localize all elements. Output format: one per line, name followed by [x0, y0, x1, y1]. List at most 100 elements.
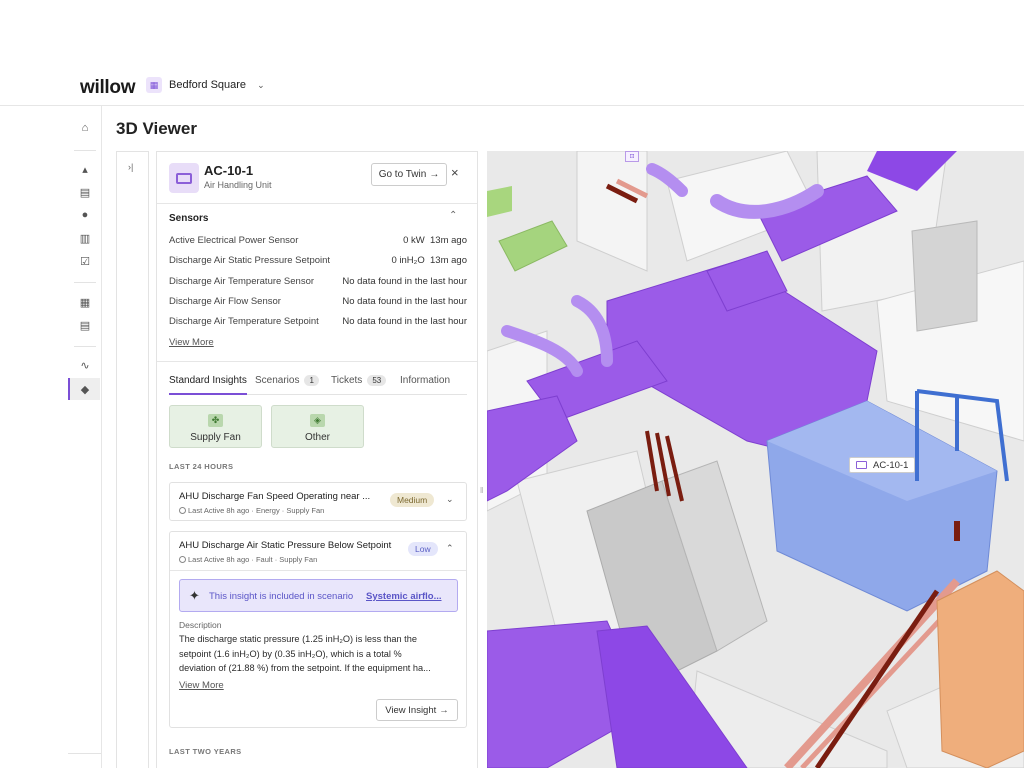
- sensor-value: 0 inH₂O 13m ago: [391, 255, 467, 266]
- insight-meta-text: Last Active 8h ago · Energy · Supply Fan: [188, 506, 325, 515]
- lightbulb-icon[interactable]: ●: [77, 207, 93, 223]
- chevron-down-icon[interactable]: ⌄: [446, 494, 454, 505]
- 3d-viewer-canvas[interactable]: ⊡ AC-10-1: [487, 151, 1024, 768]
- sensor-row[interactable]: Discharge Air Static Pressure Setpoint 0…: [169, 255, 467, 269]
- go-to-twin-button[interactable]: Go to Twin →: [371, 163, 447, 186]
- scenario-text: This insight is included in scenario: [209, 591, 354, 602]
- chevron-up-icon[interactable]: ⌃: [446, 543, 454, 554]
- collapsed-tree-panel: ›|: [116, 151, 149, 768]
- document-icon[interactable]: ▤: [77, 184, 93, 200]
- category-label: Other: [304, 432, 330, 443]
- description-line: setpoint (1.6 inH₂O) by (0.35 inH₂O), wh…: [179, 649, 402, 659]
- chevron-up-icon[interactable]: ⌃: [449, 210, 457, 221]
- sensor-value: 0 kW 13m ago: [403, 235, 467, 246]
- trend-icon[interactable]: ∿: [77, 357, 93, 373]
- scenario-notice: ✦ This insight is included in scenario S…: [179, 579, 458, 612]
- divider: [170, 570, 466, 571]
- expand-panel-icon[interactable]: ›|: [128, 162, 133, 172]
- tab-label: Information: [400, 374, 451, 386]
- other-icon: ◈: [310, 414, 325, 427]
- site-name: Bedford Square: [169, 79, 247, 91]
- willow-logo[interactable]: willow: [80, 77, 136, 99]
- twin-type: Air Handling Unit: [204, 180, 272, 190]
- sensor-value: No data found in the last hour: [342, 296, 467, 307]
- home-icon[interactable]: ⌂: [77, 120, 93, 136]
- sensor-name: Active Electrical Power Sensor: [169, 235, 299, 246]
- insight-card[interactable]: AHU Discharge Fan Speed Operating near .…: [169, 482, 467, 521]
- twin-marker-icon[interactable]: ⊡: [625, 151, 639, 162]
- tab-standard-insights[interactable]: Standard Insights: [169, 371, 247, 389]
- status-circle-icon: [179, 507, 186, 514]
- tab-information[interactable]: Information: [400, 371, 450, 389]
- nav-divider: [74, 346, 96, 347]
- insight-tabs: Standard Insights Scenarios 1 Tickets 53…: [169, 371, 467, 395]
- selected-twin-label[interactable]: AC-10-1: [849, 457, 916, 473]
- tab-scenarios[interactable]: Scenarios 1: [255, 371, 319, 389]
- description-label: Description: [179, 620, 222, 630]
- status-circle-icon: [179, 556, 186, 563]
- nav-divider: [74, 282, 96, 283]
- sensor-row[interactable]: Discharge Air Flow Sensor No data found …: [169, 296, 467, 310]
- tab-label: Scenarios: [255, 374, 300, 386]
- priority-badge: Medium: [390, 493, 435, 507]
- category-card-other[interactable]: ◈ Other: [271, 405, 364, 448]
- category-card-supply-fan[interactable]: ✤ Supply Fan: [169, 405, 262, 448]
- priority-badge: Low: [408, 542, 438, 556]
- description-line: The discharge static pressure (1.25 inH₂…: [179, 634, 417, 644]
- dashboard-icon[interactable]: ▦: [77, 294, 93, 310]
- selected-twin-name: AC-10-1: [873, 459, 909, 471]
- sensors-title: Sensors: [169, 213, 209, 224]
- view-insight-button[interactable]: View Insight →: [376, 699, 458, 721]
- sensor-value: No data found in the last hour: [342, 276, 467, 287]
- twin-details-panel: AC-10-1 Air Handling Unit Go to Twin → ×…: [156, 151, 478, 768]
- divider: [157, 361, 477, 362]
- left-nav: ⌂ ▴ ▤ ● ▥ ☑ ▦ ▤ ∿ ◆: [68, 106, 102, 768]
- twin-name: AC-10-1: [204, 163, 254, 178]
- insight-meta: Last Active 8h ago · Energy · Supply Fan: [179, 506, 324, 515]
- checkbox-icon[interactable]: ☑: [77, 253, 93, 269]
- report-icon[interactable]: ▤: [77, 317, 93, 333]
- insight-meta-text: Last Active 8h ago · Fault · Supply Fan: [188, 555, 318, 564]
- resize-handle[interactable]: ‖: [480, 486, 485, 495]
- sensor-name: Discharge Air Flow Sensor: [169, 296, 281, 307]
- insight-title: AHU Discharge Air Static Pressure Below …: [179, 540, 392, 551]
- sensors-view-more-link[interactable]: View More: [169, 337, 214, 348]
- sparkle-icon: ✦: [189, 588, 200, 603]
- insight-card-expanded[interactable]: AHU Discharge Air Static Pressure Below …: [169, 531, 467, 728]
- clipboard-icon[interactable]: ▥: [77, 230, 93, 246]
- sensor-name: Discharge Air Static Pressure Setpoint: [169, 255, 331, 266]
- arrow-right-icon: →: [439, 704, 449, 716]
- tab-count-badge: 53: [367, 374, 387, 386]
- category-label: Supply Fan: [190, 432, 241, 443]
- sensor-name: Discharge Air Temperature Sensor: [169, 276, 315, 287]
- top-bar: willow ▦ Bedford Square ⌄: [0, 68, 1024, 106]
- go-to-twin-label: Go to Twin: [378, 169, 427, 180]
- tab-tickets[interactable]: Tickets 53: [331, 371, 387, 389]
- insight-view-more-link[interactable]: View More: [179, 680, 224, 691]
- sensor-row[interactable]: Discharge Air Temperature Sensor No data…: [169, 276, 467, 290]
- page-title: 3D Viewer: [116, 119, 197, 138]
- group-label: LAST TWO YEARS: [169, 747, 242, 756]
- scenario-link[interactable]: Systemic airflo...: [366, 591, 442, 602]
- view-insight-label: View Insight: [385, 704, 437, 716]
- site-selector[interactable]: ▦ Bedford Square ⌄: [146, 77, 265, 93]
- air-handling-unit-icon: [169, 163, 199, 193]
- nav-divider: [74, 150, 96, 151]
- tab-label: Tickets: [331, 374, 363, 386]
- group-label: LAST 24 HOURS: [169, 462, 234, 471]
- tab-label: Standard Insights: [169, 374, 247, 386]
- building-icon: ▦: [146, 77, 162, 93]
- sensor-value: No data found in the last hour: [342, 316, 467, 327]
- sensor-row[interactable]: Active Electrical Power Sensor 0 kW 13m …: [169, 235, 467, 249]
- fan-icon: ✤: [208, 414, 223, 427]
- cube-icon[interactable]: ◆: [68, 378, 100, 400]
- description-line: deviation of (21.88 %) from the setpoint…: [179, 663, 431, 673]
- shapes-icon[interactable]: ▴: [77, 161, 93, 177]
- tab-count-badge: 1: [304, 374, 319, 386]
- sensor-row[interactable]: Discharge Air Temperature Setpoint No da…: [169, 316, 467, 330]
- close-icon[interactable]: ×: [451, 165, 459, 180]
- arrow-right-icon: →: [429, 169, 440, 180]
- divider: [157, 203, 477, 204]
- sensor-name: Discharge Air Temperature Setpoint: [169, 316, 319, 327]
- insight-title: AHU Discharge Fan Speed Operating near .…: [179, 491, 371, 502]
